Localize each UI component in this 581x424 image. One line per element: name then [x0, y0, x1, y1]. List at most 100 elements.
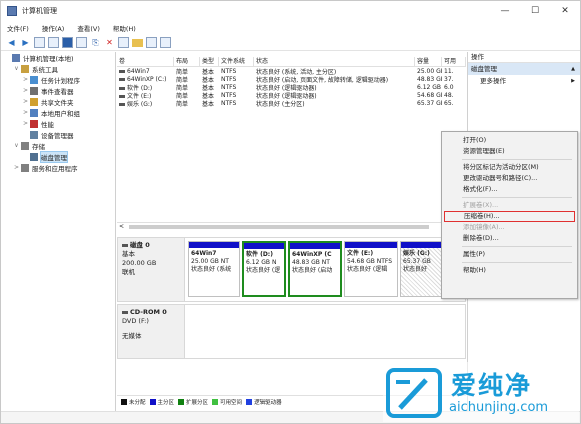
refresh-icon[interactable] [146, 37, 157, 48]
properties-icon[interactable] [118, 37, 129, 48]
column-header[interactable]: 文件系统 [219, 56, 254, 67]
watermark-name: 爱纯净 [451, 371, 533, 400]
folder-icon[interactable] [132, 38, 143, 47]
tree-node-icon [21, 64, 29, 73]
menu-help[interactable]: 帮助(H) [113, 23, 136, 33]
cell-text: 25.00 GB [417, 67, 442, 75]
horizontal-scrollbar[interactable]: < [117, 222, 466, 230]
collapsed-chevron-icon[interactable]: > [22, 76, 29, 83]
cdrom-icon [122, 310, 128, 314]
context-menu-item[interactable]: 更改驱动器号和路径(C)... [442, 173, 577, 184]
tree-item[interactable]: > 共享文件夹 [1, 96, 115, 107]
column-header[interactable]: 类型 [200, 56, 219, 67]
table-cell: 6.0 [442, 84, 466, 91]
partition-block[interactable]: 文件 (E:) 54.68 GB NTFS 状态良好 (逻辑 [344, 241, 398, 297]
actions-section-label: 磁盘管理 [471, 65, 497, 73]
context-menu-item[interactable]: 帮助(H) [442, 265, 577, 276]
table-cell: NTFS [219, 92, 254, 99]
menu-file[interactable]: 文件(F) [7, 23, 29, 33]
menu-view[interactable]: 查看(V) [77, 23, 100, 33]
table-cell: 64WinXP (C:) [117, 76, 174, 83]
collapse-arrow-icon[interactable]: ▲ [571, 63, 575, 75]
tree-item[interactable]: > 事件查看器 [1, 85, 115, 96]
actions-section-disk-management[interactable]: 磁盘管理 ▲ [468, 63, 580, 75]
close-button[interactable]: ✕ [550, 1, 580, 21]
table-cell: 基本 [200, 99, 219, 108]
tree-item[interactable]: 计算机管理(本地) [1, 52, 115, 63]
volume-list-header: 卷布局 类型 文件系统 状态 容量 可用 [117, 56, 466, 67]
context-menu-item[interactable]: 将分区标记为活动分区(M) [442, 162, 577, 173]
disk-0-info[interactable]: 磁盘 0 基本 200.00 GB 联机 [117, 237, 185, 302]
column-header[interactable]: 容量 [415, 56, 442, 67]
cell-text: NTFS [221, 99, 237, 107]
list-view-icon[interactable] [76, 37, 87, 48]
show-tree-icon[interactable] [48, 37, 59, 48]
cdrom-0-info[interactable]: CD-ROM 0 DVD (F:) 无媒体 [117, 304, 185, 359]
menu-action[interactable]: 操作(A) [42, 23, 65, 33]
table-row[interactable]: 娱乐 (G:) 简单 基本 NTFS 状态良好 (主分区) 65.37 GB65. [117, 99, 466, 108]
tree-item[interactable]: > 任务计划程序 [1, 74, 115, 85]
column-header[interactable]: 状态 [254, 56, 415, 67]
tree-item[interactable]: > 服务和应用程序 [1, 162, 115, 173]
context-menu-item[interactable]: 扩展卷(X)... [442, 200, 577, 211]
title-bar[interactable]: 计算机管理 — ☐ ✕ [1, 1, 580, 21]
scroll-left-icon[interactable]: < [117, 223, 124, 230]
navigation-tree: 计算机管理(本地) ∨ 系统工具 > 任务计划程序 > 事件查看器 > 共享文件夹 > 本地用户和组… [1, 52, 116, 411]
maximize-button[interactable]: ☐ [520, 1, 550, 21]
tree-item[interactable]: ∨ 存储 [1, 140, 115, 151]
column-header[interactable]: 可用 [442, 56, 466, 67]
partition-size: 25.00 GB NT [191, 258, 229, 265]
legend-swatch [178, 398, 185, 405]
partition-status: 状态良好 (系统 [191, 266, 232, 273]
help-icon[interactable] [62, 37, 73, 48]
tree-item[interactable]: ∨ 系统工具 [1, 63, 115, 74]
column-header[interactable]: 布局 [174, 56, 200, 67]
collapsed-chevron-icon[interactable]: > [22, 109, 29, 116]
tree-item[interactable]: > 本地用户和组 [1, 107, 115, 118]
disk-0-state: 联机 [122, 268, 135, 276]
context-menu-item[interactable]: 资源管理器(E) [442, 146, 577, 157]
connect-icon[interactable]: ⎘ [90, 37, 101, 48]
cell-text: 37. [444, 75, 454, 83]
context-menu-item[interactable]: 格式化(F)... [442, 184, 577, 195]
collapsed-chevron-icon[interactable]: > [22, 87, 29, 94]
table-cell: 65. [442, 100, 466, 107]
collapsed-chevron-icon[interactable]: > [22, 120, 29, 127]
partition-block[interactable]: 64Win7 25.00 GB NT 状态良好 (系统 [188, 241, 240, 297]
partition-block[interactable]: 软件 (D:) 6.12 GB N 状态良好 (逻 [242, 241, 286, 297]
context-menu-item[interactable]: 属性(P) [442, 249, 577, 260]
context-menu-item[interactable]: 打开(O) [442, 135, 577, 146]
export-icon[interactable] [160, 37, 171, 48]
tree-item[interactable]: > 性能 [1, 118, 115, 129]
expanded-chevron-icon[interactable]: ∨ [13, 142, 20, 149]
context-menu-item[interactable]: 压缩卷(H)... [444, 211, 575, 222]
cell-text: 基本 [202, 100, 215, 108]
tree-item-label: 设备管理器 [41, 131, 74, 140]
tree-item[interactable]: 磁盘管理 [1, 150, 115, 163]
tree-node-icon [21, 163, 29, 172]
cdrom-0-area [185, 304, 466, 359]
tree-item-label: 任务计划程序 [41, 76, 80, 85]
table-cell: 37. [442, 76, 466, 83]
context-menu-item[interactable]: 添加镜像(A)... [442, 222, 577, 233]
minimize-button[interactable]: — [490, 1, 520, 21]
legend-item: 扩展分区 [178, 398, 208, 406]
context-menu-item[interactable]: 删除卷(D)... [442, 233, 577, 244]
expanded-chevron-icon[interactable]: ∨ [13, 65, 20, 72]
partition-size: 48.83 GB NT [292, 259, 330, 266]
collapsed-chevron-icon[interactable]: > [13, 164, 20, 171]
collapsed-chevron-icon[interactable]: > [22, 98, 29, 105]
scroll-thumb[interactable] [129, 225, 429, 229]
tree-item[interactable]: 设备管理器 [1, 129, 115, 140]
volume-icon [119, 86, 125, 90]
menu-separator [462, 246, 572, 247]
more-actions-item[interactable]: 更多操作 ▶ [468, 75, 580, 87]
partition-block[interactable]: 64WinXP (C 48.83 GB NT 状态良好 (启动 [288, 241, 342, 297]
back-arrow-icon[interactable]: ◀ [6, 37, 17, 48]
column-header[interactable]: 卷 [117, 56, 174, 67]
folder-up-icon[interactable] [34, 37, 45, 48]
forward-arrow-icon[interactable]: ▶ [20, 37, 31, 48]
delete-icon[interactable]: ✕ [104, 37, 115, 48]
tree-node-icon [30, 152, 38, 161]
more-actions-label: 更多操作 [480, 77, 506, 85]
